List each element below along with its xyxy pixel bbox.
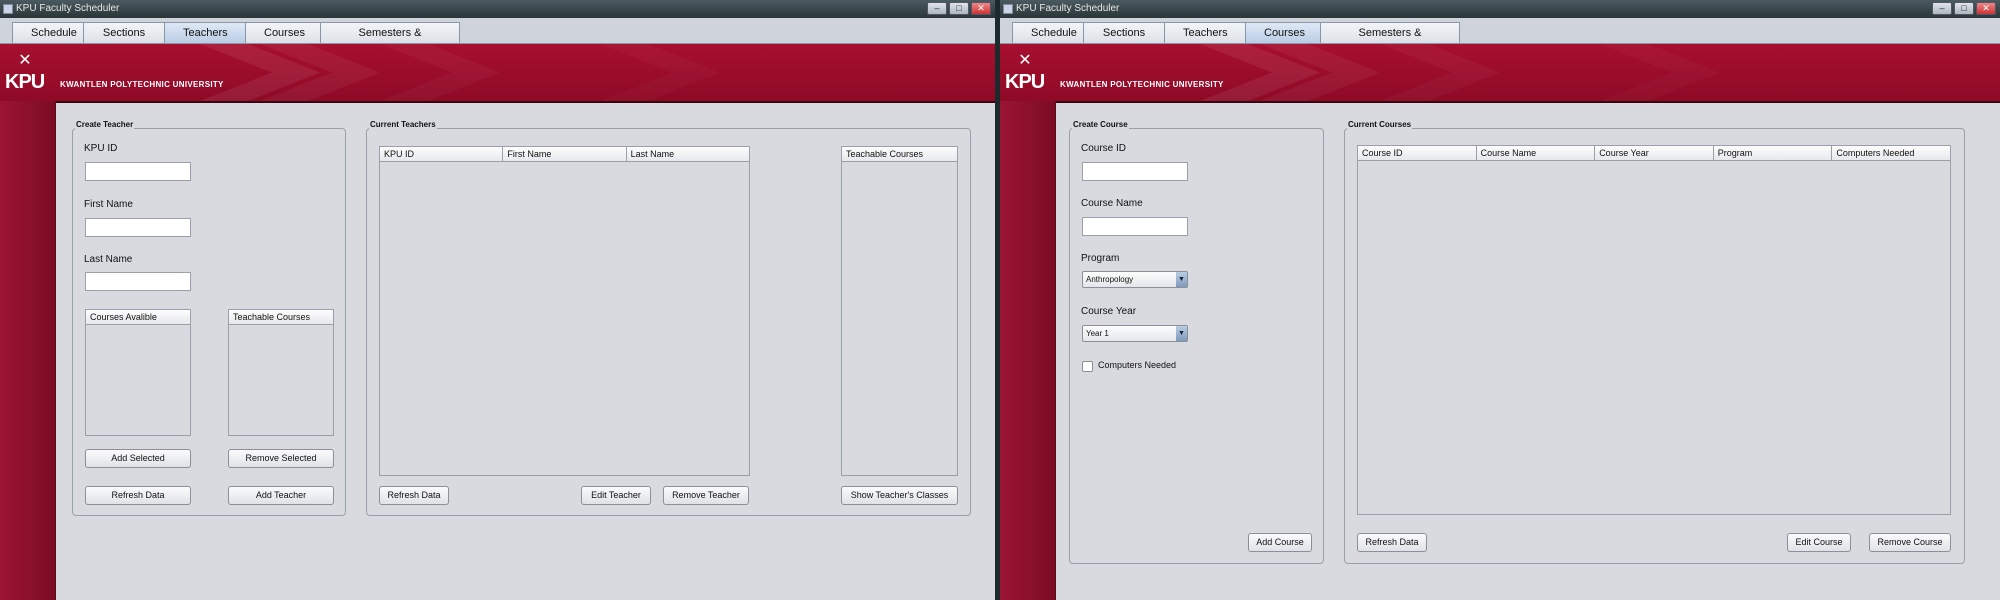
course-name-field[interactable] — [1082, 217, 1188, 236]
course-year-label: Course Year — [1081, 306, 1137, 317]
university-name: KWANTLEN POLYTECHNIC UNIVERSITY — [1060, 80, 1224, 89]
last-name-field[interactable] — [85, 272, 191, 291]
column-header-program[interactable]: Program — [1714, 146, 1833, 160]
current-teachers-panel: Current Teachers KPU ID First Name Last … — [366, 120, 971, 516]
kpu-id-field[interactable] — [85, 162, 191, 181]
add-teacher-button[interactable]: Add Teacher — [228, 486, 334, 505]
edit-course-button[interactable]: Edit Course — [1787, 533, 1851, 552]
tab-bar: Schedule Sections Teachers Courses Semes… — [0, 18, 995, 59]
teacher-teachable-courses-list[interactable]: Teachable Courses — [841, 146, 958, 476]
courses-window: KPU Faculty Scheduler – □ ✕ Schedule Sec… — [1000, 0, 2000, 600]
title-bar: KPU Faculty Scheduler – □ ✕ — [0, 0, 995, 18]
refresh-data-button[interactable]: Refresh Data — [379, 486, 449, 505]
kpu-logo-icon: ✕ — [18, 52, 32, 69]
computers-needed-label: Computers Needed — [1098, 360, 1177, 370]
current-courses-panel: Current Courses Course ID Course Name Co… — [1344, 120, 1965, 564]
column-header-last-name[interactable]: Last Name — [627, 147, 749, 161]
courses-table[interactable]: Course ID Course Name Course Year Progra… — [1357, 145, 1951, 515]
teachers-table[interactable]: KPU ID First Name Last Name — [379, 146, 750, 476]
edit-teacher-button[interactable]: Edit Teacher — [581, 486, 651, 505]
kpu-logo-text: KPU — [1005, 71, 1045, 93]
first-name-label: First Name — [84, 199, 133, 210]
program-select[interactable]: Anthropology ▼ — [1082, 271, 1188, 288]
create-teacher-panel: Create Teacher KPU ID First Name Last Na… — [72, 120, 346, 516]
list-header: Teachable Courses — [846, 149, 924, 159]
app-icon — [1003, 4, 1013, 14]
create-course-panel: Create Course Course ID Course Name Prog… — [1069, 120, 1324, 564]
panel-title: Create Teacher — [75, 120, 135, 129]
teachable-courses-list[interactable]: Teachable Courses — [228, 309, 334, 436]
course-year-selected-value: Year 1 — [1086, 329, 1109, 338]
course-id-label: Course ID — [1081, 143, 1127, 154]
tab-semesters-locations[interactable]: Semesters & Locations — [1320, 22, 1460, 59]
maximize-icon[interactable]: □ — [1954, 2, 1974, 15]
title-bar: KPU Faculty Scheduler – □ ✕ — [1000, 0, 2000, 18]
remove-course-button[interactable]: Remove Course — [1869, 533, 1951, 552]
show-teacher-classes-button[interactable]: Show Teacher's Classes — [841, 486, 958, 505]
tab-courses[interactable]: Courses — [245, 22, 321, 43]
tab-sections[interactable]: Sections — [83, 22, 165, 43]
header-banner: ✕ KPU KWANTLEN POLYTECHNIC UNIVERSITY — [0, 44, 995, 101]
courses-available-list[interactable]: Courses Avalible — [85, 309, 191, 436]
remove-teacher-button[interactable]: Remove Teacher — [663, 486, 749, 505]
first-name-field[interactable] — [85, 218, 191, 237]
app-icon — [3, 4, 13, 14]
panel-title: Current Teachers — [369, 120, 437, 129]
chevron-down-icon: ▼ — [1176, 326, 1187, 341]
column-header-course-name[interactable]: Course Name — [1477, 146, 1596, 160]
remove-selected-button[interactable]: Remove Selected — [228, 449, 334, 468]
column-header-computers-needed[interactable]: Computers Needed — [1832, 146, 1950, 160]
tab-bar: Schedule Sections Teachers Courses Semes… — [1000, 18, 2000, 59]
tab-semesters-locations[interactable]: Semesters & Locations — [320, 22, 460, 59]
column-header-kpu-id[interactable]: KPU ID — [380, 147, 504, 161]
university-name: KWANTLEN POLYTECHNIC UNIVERSITY — [60, 80, 224, 89]
teachers-window: KPU Faculty Scheduler – □ ✕ Schedule Sec… — [0, 0, 995, 600]
refresh-data-button[interactable]: Refresh Data — [1357, 533, 1427, 552]
tab-sections[interactable]: Sections — [1083, 22, 1165, 43]
program-label: Program — [1081, 253, 1120, 264]
last-name-label: Last Name — [84, 254, 133, 265]
close-icon[interactable]: ✕ — [1976, 2, 1996, 15]
column-header-course-year[interactable]: Course Year — [1595, 146, 1714, 160]
course-year-select[interactable]: Year 1 ▼ — [1082, 325, 1188, 342]
minimize-icon[interactable]: – — [927, 2, 947, 15]
maximize-icon[interactable]: □ — [949, 2, 969, 15]
add-course-button[interactable]: Add Course — [1248, 533, 1312, 552]
column-header-first-name[interactable]: First Name — [503, 147, 627, 161]
refresh-data-button[interactable]: Refresh Data — [85, 486, 191, 505]
close-icon[interactable]: ✕ — [971, 2, 991, 15]
course-name-label: Course Name — [1081, 198, 1143, 209]
tab-schedule[interactable]: Schedule — [1012, 22, 1084, 43]
add-selected-button[interactable]: Add Selected — [85, 449, 191, 468]
computers-needed-checkbox[interactable] — [1082, 361, 1093, 372]
kpu-logo-text: KPU — [5, 71, 45, 93]
window-title: KPU Faculty Scheduler — [16, 3, 120, 14]
decorative-sidebar — [0, 101, 56, 600]
tab-schedule[interactable]: Schedule — [12, 22, 84, 43]
kpu-id-label: KPU ID — [84, 143, 118, 154]
panel-title: Create Course — [1072, 120, 1129, 129]
tab-teachers[interactable]: Teachers — [1164, 22, 1246, 43]
course-id-field[interactable] — [1082, 162, 1188, 181]
minimize-icon[interactable]: – — [1932, 2, 1952, 15]
list-header: Courses Avalible — [90, 312, 157, 322]
chevron-down-icon: ▼ — [1176, 272, 1187, 287]
decorative-sidebar — [1000, 101, 1056, 600]
panel-title: Current Courses — [1347, 120, 1413, 129]
header-banner: ✕ KPU KWANTLEN POLYTECHNIC UNIVERSITY — [1000, 44, 2000, 101]
tab-teachers[interactable]: Teachers — [164, 22, 246, 43]
column-header-course-id[interactable]: Course ID — [1358, 146, 1477, 160]
window-title: KPU Faculty Scheduler — [1016, 3, 1120, 14]
kpu-logo-icon: ✕ — [1018, 52, 1032, 69]
list-header: Teachable Courses — [233, 312, 311, 322]
program-selected-value: Anthropology — [1086, 275, 1134, 284]
tab-courses[interactable]: Courses — [1245, 22, 1321, 43]
